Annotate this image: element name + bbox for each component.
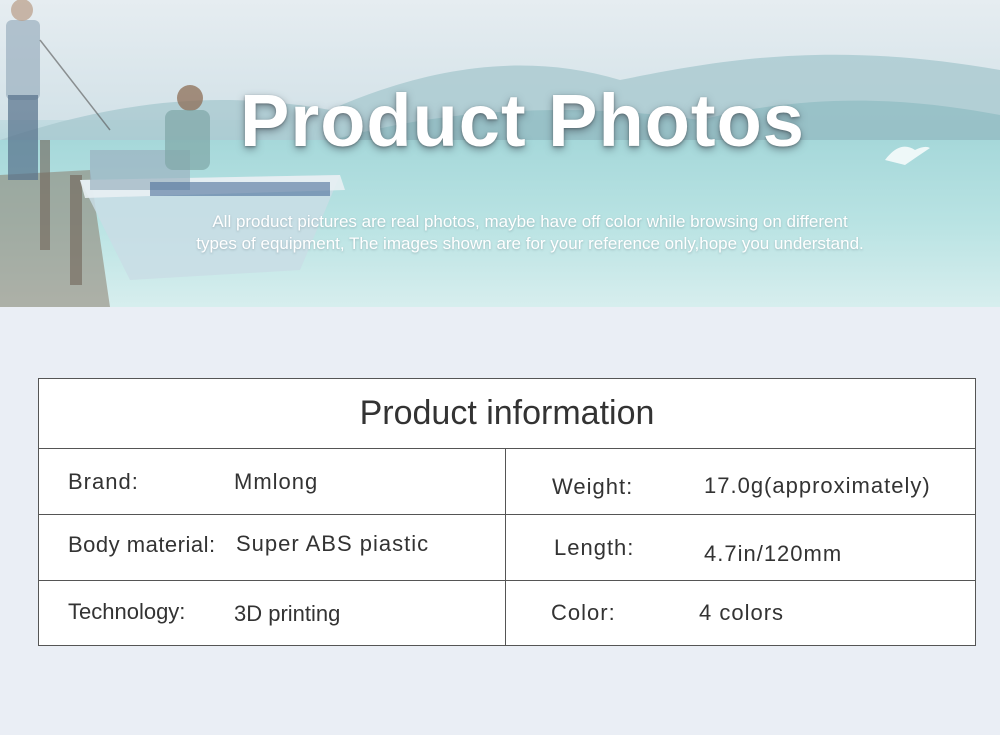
technology-value: 3D printing: [234, 601, 341, 626]
brand-value: Mmlong: [234, 469, 319, 494]
color-value: 4 colors: [699, 600, 785, 625]
hero-banner: Product Photos All product pictures are …: [0, 0, 1000, 307]
product-info-table: Product information Brand: Mmlong Weight…: [38, 378, 976, 646]
brand-label: Brand:: [68, 469, 139, 494]
technology-label: Technology:: [68, 599, 186, 624]
length-value: 4.7in/120mm: [704, 541, 843, 566]
length-label: Length:: [554, 535, 635, 560]
weight-label: Weight:: [552, 474, 634, 499]
hero-title: Product Photos: [240, 79, 805, 162]
hero-subtitle-line2: types of equipment, The images shown are…: [196, 234, 864, 253]
body-material-value: Super ABS piastic: [236, 531, 430, 556]
row-divider: [39, 580, 975, 581]
hero-subtitle-line1: All product pictures are real photos, ma…: [212, 212, 848, 231]
row-divider: [39, 514, 975, 515]
column-divider: [505, 449, 506, 646]
weight-value: 17.0g(approximately): [704, 473, 931, 498]
body-material-label: Body material:: [68, 532, 216, 557]
color-label: Color:: [551, 600, 616, 625]
product-info-heading: Product information: [39, 379, 975, 449]
